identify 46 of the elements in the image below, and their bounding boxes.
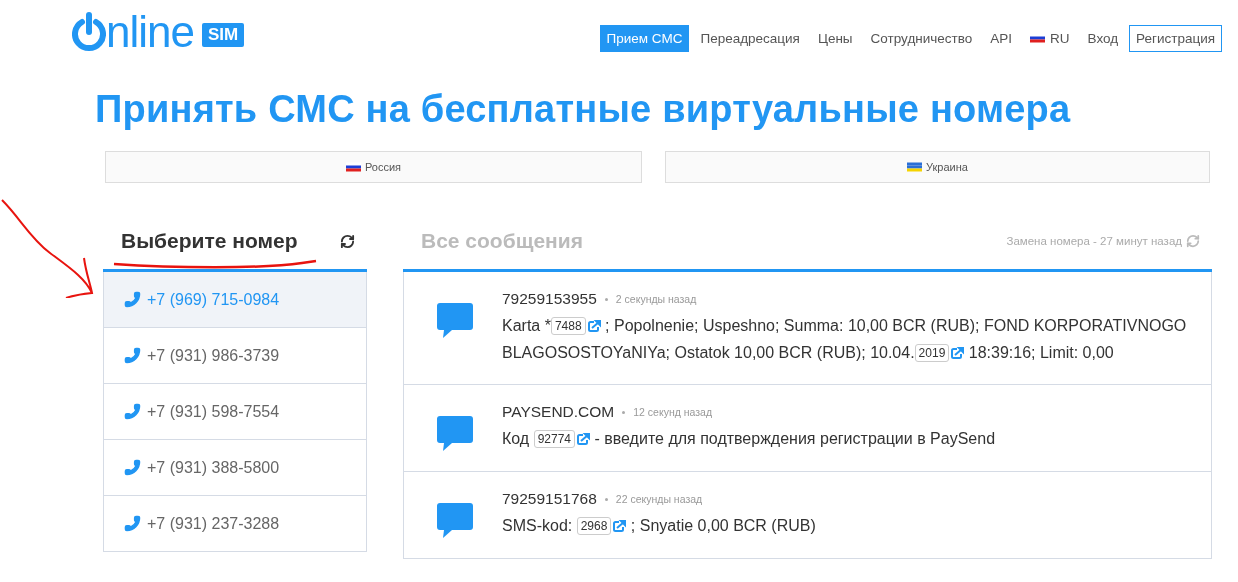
phone-icon [124,403,141,420]
separator-dot [604,297,608,301]
power-icon [72,12,106,52]
section-heading: Выберите номер [121,229,298,253]
phone-number-item[interactable]: +7 (931) 237-3288 [103,496,367,552]
phone-number-item[interactable]: +7 (931) 598-7554 [103,384,367,440]
separator-dot [604,497,608,501]
chat-bubble-icon [436,415,474,453]
message-sender: PAYSEND.COM [502,403,615,421]
nav-link[interactable]: Вход [1080,24,1126,52]
message-sender: 79259151768 [502,490,597,508]
status-text: Замена номера - 27 минут назад [1006,235,1182,247]
nav-link[interactable]: Цены [810,24,860,52]
external-link-icon [951,347,965,359]
country-button[interactable]: Украина [665,151,1210,183]
separator-dot [622,410,626,414]
nav-link[interactable]: API [983,24,1020,52]
message-time: 12 секунд назад [633,406,713,418]
logo-badge: SIM [201,23,245,47]
flag-icon [907,162,923,172]
message-time: 2 секунды назад [615,293,697,305]
nav-link[interactable]: RU [1023,24,1077,52]
chat-bubble-icon [436,502,474,540]
message-text: Код 92774 - введите для подтверждения регистрации в PaySend [502,429,997,450]
logo-text: nline [106,10,194,54]
country-button[interactable]: Россия [105,151,642,183]
phone-number-item[interactable]: +7 (931) 388-5800 [103,440,367,496]
message-text: Karta * 7488 ; Popolnenie; Uspeshno; Summa: 10,00 BCR (RUB); FOND KORPORATIVNOGO BLAGOSOSTOYaNIYa; Ostatok 10,00 BCR (RUB); 10.04. 2019 18:39:16; Limit: 0,00 [502,316,1188,364]
phone-icon [124,291,141,308]
section-heading: Все сообщения [421,229,583,253]
message-time: 22 секунды назад [615,493,703,505]
refresh-icon[interactable] [340,233,355,249]
phone-icon [124,515,141,532]
page-title: Принять СМС на бесплатные виртуальные номера [95,88,1072,131]
external-link-icon [577,433,591,445]
chat-bubble-icon [436,302,474,340]
nav-link[interactable]: Переадресация [693,24,807,52]
message-text: SMS-kod: 2968 ; Snyatie 0,00 BCR (RUB) [502,516,817,537]
nav-link[interactable]: Сотрудничество [863,24,980,52]
phone-number-item[interactable]: +7 (931) 986-3739 [103,328,367,384]
register-button[interactable]: Регистрация [1129,24,1222,52]
external-link-icon [613,520,627,532]
phone-icon [124,459,141,476]
phone-icon [124,347,141,364]
external-link-icon [587,320,601,332]
message-sender: 79259153955 [502,290,597,308]
